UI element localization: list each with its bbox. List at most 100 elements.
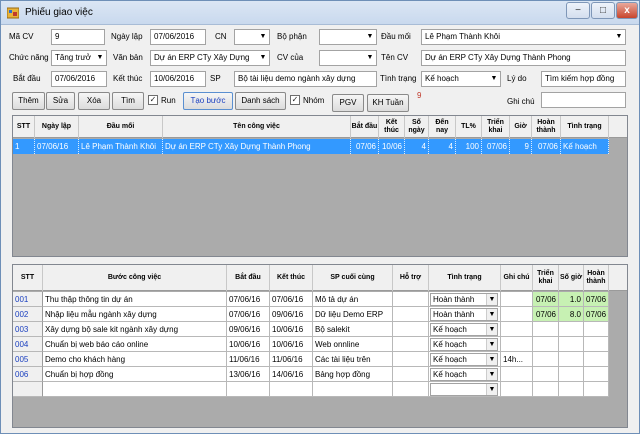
column-header[interactable]: Bắt đầu: [351, 116, 379, 138]
column-header[interactable]: TL%: [456, 116, 482, 138]
table-cell[interactable]: [533, 367, 559, 382]
tinh-trang-dropdown[interactable]: Kế hoạch ▼: [430, 323, 498, 336]
column-header[interactable]: SP cuối cùng: [313, 265, 393, 291]
table-cell[interactable]: 11/06/16: [227, 352, 270, 367]
table-cell[interactable]: 10/06/16: [270, 337, 313, 352]
table-cell[interactable]: [584, 322, 609, 337]
tinh-trang-dropdown[interactable]: Kế hoạch ▼: [430, 353, 498, 366]
column-header[interactable]: Ngày lập: [35, 116, 79, 138]
column-header[interactable]: STT: [13, 116, 35, 138]
nhom-checkbox[interactable]: ✓: [290, 95, 300, 105]
table-cell[interactable]: 09/06/16: [270, 307, 313, 322]
column-header[interactable]: Hỗ trợ: [393, 265, 429, 291]
table-cell[interactable]: [584, 337, 609, 352]
table-cell[interactable]: [501, 292, 533, 307]
table-cell[interactable]: 14/06/16: [270, 367, 313, 382]
tinh-trang-dropdown[interactable]: Hoàn thành ▼: [430, 308, 498, 321]
table-cell[interactable]: 09/06/16: [227, 322, 270, 337]
column-header[interactable]: Tên công việc: [163, 116, 351, 138]
table-cell[interactable]: 07/06/16: [270, 292, 313, 307]
column-header[interactable]: Tình trạng: [561, 116, 609, 138]
table-cell[interactable]: [559, 322, 584, 337]
table-row[interactable]: 005 Demo cho khách hàng 11/06/16 11/06/16 Cá…: [13, 352, 609, 367]
maximize-button[interactable]: □: [591, 2, 615, 19]
table-cell[interactable]: [533, 322, 559, 337]
table-cell[interactable]: [533, 352, 559, 367]
van-ban-select[interactable]: Dự án ERP CTy Xây Dựng ▼: [150, 50, 270, 66]
table-cell[interactable]: [313, 382, 393, 397]
table-cell[interactable]: [584, 367, 609, 382]
table-row[interactable]: 006 Chuẩn bị hợp đồng 13/06/16 14/06/16 Bảng…: [13, 367, 609, 382]
table-cell[interactable]: [393, 292, 429, 307]
table-cell[interactable]: [501, 337, 533, 352]
column-header[interactable]: Hoàn thành: [532, 116, 561, 138]
table-cell[interactable]: 07/06: [533, 307, 559, 322]
table-cell[interactable]: [501, 322, 533, 337]
sp-field[interactable]: Bộ tài liệu demo ngành xây dựng: [234, 71, 377, 87]
table-cell[interactable]: 11/06/16: [270, 352, 313, 367]
table-cell[interactable]: [533, 382, 559, 397]
table-cell[interactable]: 07/06: [533, 292, 559, 307]
table-cell[interactable]: Mô tả dự án: [313, 292, 393, 307]
table-cell[interactable]: Chuẩn bị hợp đồng: [43, 367, 227, 382]
table-cell[interactable]: [393, 322, 429, 337]
column-header[interactable]: Bước công việc: [43, 265, 227, 291]
bo-phan-select[interactable]: ▼: [319, 29, 377, 45]
pgv-button[interactable]: PGV: [332, 94, 364, 112]
minimize-button[interactable]: −: [566, 2, 590, 19]
cv-cua-select[interactable]: ▼: [319, 50, 377, 66]
table-cell[interactable]: 10/06/16: [270, 322, 313, 337]
ma-cv-field[interactable]: 9: [51, 29, 105, 45]
table-row[interactable]: 1 07/06/16 Lê Phạm Thành Khôi Dự án ERP CTy…: [13, 139, 609, 154]
table-cell[interactable]: 14h...: [501, 352, 533, 367]
table-row[interactable]: ▼: [13, 382, 609, 397]
table-cell[interactable]: 10/06/16: [227, 337, 270, 352]
column-header[interactable]: Giờ: [510, 116, 532, 138]
table-cell[interactable]: Xây dựng bộ sale kit ngành xây dựng: [43, 322, 227, 337]
table-cell[interactable]: [501, 382, 533, 397]
column-header[interactable]: Tình trạng: [429, 265, 501, 291]
table-cell[interactable]: Chuẩn bị web báo cáo online: [43, 337, 227, 352]
table-cell[interactable]: [559, 382, 584, 397]
table-cell[interactable]: [501, 307, 533, 322]
cong-viec-grid[interactable]: STT Ngày lập Đầu mối Tên công việc Bắt đầu Kế…: [12, 115, 628, 257]
table-cell[interactable]: 07/06/16: [227, 292, 270, 307]
table-cell[interactable]: 07/06: [584, 307, 609, 322]
tinh-trang-dropdown[interactable]: ▼: [430, 383, 498, 396]
table-cell[interactable]: [393, 367, 429, 382]
table-row[interactable]: 002 Nhập liệu mẫu ngành xây dựng 07/06/16 0…: [13, 307, 609, 322]
table-cell[interactable]: [393, 352, 429, 367]
table-row[interactable]: 001 Thu thập thông tin dự án 07/06/16 07/06…: [13, 292, 609, 307]
cn-select[interactable]: ▼: [234, 29, 270, 45]
column-header[interactable]: Triển khai: [482, 116, 510, 138]
table-cell[interactable]: Web onnline: [313, 337, 393, 352]
table-row[interactable]: 004 Chuẩn bị web báo cáo online 10/06/16 10…: [13, 337, 609, 352]
sua-button[interactable]: Sửa: [46, 92, 75, 110]
ten-cv-field[interactable]: Dự án ERP CTy Xây Dựng Thành Phong: [421, 50, 626, 66]
tinh-trang-select[interactable]: Kế hoạch ▼: [421, 71, 501, 87]
table-cell[interactable]: Dữ liệu Demo ERP: [313, 307, 393, 322]
table-cell[interactable]: 8.0: [559, 307, 584, 322]
column-header[interactable]: Ghi chú: [501, 265, 533, 291]
table-row[interactable]: 003 Xây dựng bộ sale kit ngành xây dựng 09…: [13, 322, 609, 337]
ket-thuc-field[interactable]: 10/06/2016: [150, 71, 206, 87]
run-checkbox[interactable]: ✓: [148, 95, 158, 105]
column-header[interactable]: Số giờ: [559, 265, 584, 291]
table-cell[interactable]: [501, 367, 533, 382]
ly-do-field[interactable]: Tìm kiếm hợp đồng: [541, 71, 626, 87]
close-button[interactable]: x: [616, 2, 638, 19]
table-cell[interactable]: [533, 337, 559, 352]
table-cell[interactable]: [584, 382, 609, 397]
ghi-chu-field[interactable]: [541, 92, 626, 108]
table-cell[interactable]: [393, 337, 429, 352]
tinh-trang-dropdown[interactable]: Hoàn thành ▼: [430, 293, 498, 306]
table-cell[interactable]: Bộ salekit: [313, 322, 393, 337]
column-header[interactable]: Kết thúc: [270, 265, 313, 291]
table-cell[interactable]: [559, 367, 584, 382]
column-header[interactable]: Đến nay: [429, 116, 456, 138]
table-cell[interactable]: [393, 307, 429, 322]
table-cell[interactable]: [43, 382, 227, 397]
kh-tuan-button[interactable]: KH Tuần: [367, 94, 409, 112]
danh-sach-button[interactable]: Danh sách: [235, 92, 286, 110]
dau-moi-select[interactable]: Lê Phạm Thành Khôi ▼: [421, 29, 626, 45]
